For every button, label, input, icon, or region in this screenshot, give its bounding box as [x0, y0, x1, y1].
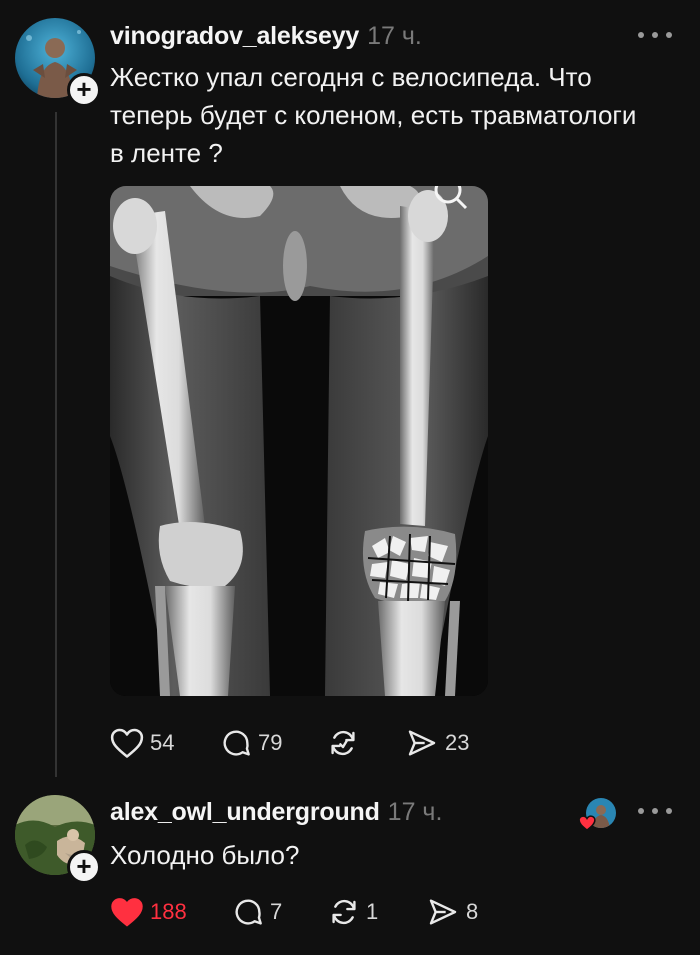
post-text-line: Жестко упал сегодня с велосипеда. Что — [110, 62, 592, 92]
reply-header: alex_owl_underground 17 ч. — [110, 798, 442, 827]
comment-icon — [235, 899, 262, 925]
share-count: 23 — [445, 730, 470, 755]
heart-icon — [111, 898, 143, 927]
post-text: Жестко упал сегодня с велосипеда. Что те… — [110, 58, 670, 172]
like-count: 188 — [150, 899, 187, 924]
timestamp: 17 ч. — [387, 798, 443, 826]
comment-icon — [223, 730, 250, 756]
like-count: 54 — [150, 730, 175, 755]
reply-actions: 188 7 1 8 — [110, 896, 478, 928]
username[interactable]: vinogradov_alekseyy — [110, 22, 359, 50]
follow-plus-icon[interactable]: + — [67, 73, 101, 107]
reply-post: + alex_owl_underground 17 ч. Холодно было… — [0, 790, 700, 955]
comment-button[interactable]: 7 — [232, 896, 328, 928]
like-button[interactable]: 188 — [110, 896, 232, 928]
heart-icon — [578, 815, 596, 832]
share-button[interactable]: 8 — [426, 896, 478, 928]
timestamp: 17 ч. — [367, 22, 422, 50]
thread-post: + vinogradov_alekseyy 17 ч. Жестко упал с… — [0, 0, 700, 790]
more-icon[interactable] — [638, 28, 672, 42]
repost-icon — [331, 730, 355, 756]
username[interactable]: alex_owl_underground — [110, 798, 380, 826]
comment-count: 79 — [258, 730, 283, 755]
heart-icon — [110, 728, 144, 758]
thread-line — [55, 112, 57, 777]
post-actions: 54 79 23 — [110, 727, 469, 759]
share-icon — [429, 899, 457, 925]
post-header: vinogradov_alekseyy 17 ч. — [110, 22, 422, 51]
more-icon[interactable] — [638, 804, 672, 818]
follow-plus-icon[interactable]: + — [67, 850, 101, 884]
comment-count: 7 — [270, 899, 283, 924]
share-button[interactable]: 23 — [405, 727, 469, 759]
repost-button[interactable] — [327, 727, 405, 759]
comment-button[interactable]: 79 — [220, 727, 327, 759]
share-icon — [408, 730, 436, 756]
post-text-line: теперь будет с коленом, есть травматолог… — [110, 100, 637, 130]
repost-icon — [332, 899, 356, 925]
share-count: 8 — [466, 899, 479, 924]
xray-image[interactable] — [110, 186, 488, 696]
like-button[interactable]: 54 — [110, 727, 220, 759]
reply-text: Холодно было? — [110, 840, 300, 870]
repost-count: 1 — [366, 899, 379, 924]
post-text-line: в ленте ? — [110, 138, 223, 168]
repost-button[interactable]: 1 — [328, 896, 426, 928]
